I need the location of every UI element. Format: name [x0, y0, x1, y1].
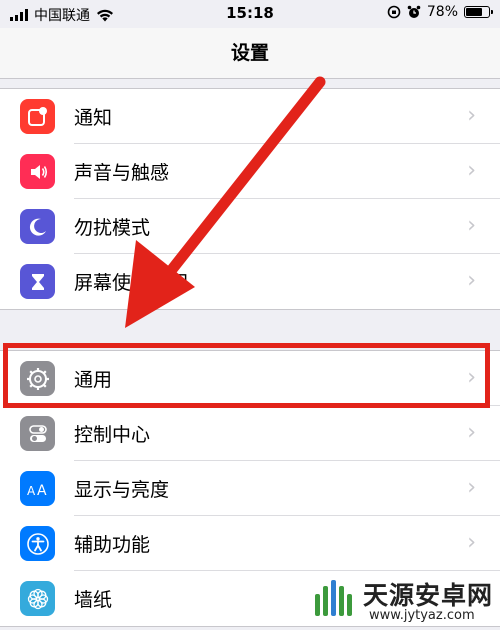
- watermark-title: 天源安卓网: [363, 581, 494, 610]
- row-sounds[interactable]: 声音与触感 ›: [0, 144, 500, 199]
- chevron-right-icon: ›: [467, 268, 476, 293]
- chevron-right-icon: ›: [467, 530, 476, 555]
- svg-text:A: A: [37, 483, 47, 498]
- watermark-logo-icon: [315, 580, 352, 616]
- toggles-icon: [20, 416, 55, 451]
- row-label: 勿扰模式: [74, 217, 151, 239]
- display-icon: AA: [20, 471, 55, 506]
- battery-icon: [464, 6, 493, 18]
- chevron-right-icon: ›: [467, 158, 476, 183]
- battery-percent: 78%: [426, 4, 458, 20]
- watermark-url: www.jytyaz.com: [369, 608, 475, 623]
- nav-bar: 设置: [0, 28, 500, 79]
- row-label: 墙纸: [74, 589, 113, 611]
- watermark: 天源安卓网 www.jytyaz.com: [305, 570, 500, 630]
- row-label: 控制中心: [74, 424, 151, 446]
- highlight-box: [3, 343, 490, 408]
- svg-text:A: A: [27, 484, 36, 498]
- row-notifications[interactable]: 通知 ›: [0, 89, 500, 144]
- chevron-right-icon: ›: [467, 103, 476, 128]
- hourglass-icon: [20, 264, 55, 299]
- orientation-lock-icon: [387, 5, 401, 19]
- settings-group-1: 通知 › 声音与触感 › 勿扰模式 › 屏幕使用时间 ›: [0, 88, 500, 310]
- chevron-right-icon: ›: [467, 213, 476, 238]
- status-right: 78%: [387, 4, 493, 20]
- row-label: 屏幕使用时间: [74, 272, 189, 294]
- row-label: 通知: [74, 107, 113, 129]
- status-bar: 中国联通 15:18 78%: [0, 0, 500, 28]
- row-control-center[interactable]: 控制中心 ›: [0, 406, 500, 461]
- row-label: 显示与亮度: [74, 479, 170, 501]
- wallpaper-icon: [20, 581, 55, 616]
- chevron-right-icon: ›: [467, 420, 476, 445]
- sound-icon: [20, 154, 55, 189]
- row-label: 辅助功能: [74, 534, 151, 556]
- chevron-right-icon: ›: [467, 475, 476, 500]
- page-title: 设置: [230, 42, 269, 64]
- row-accessibility[interactable]: 辅助功能 ›: [0, 516, 500, 571]
- battery-fill: [466, 8, 483, 16]
- row-do-not-disturb[interactable]: 勿扰模式 ›: [0, 199, 500, 254]
- row-display-brightness[interactable]: AA 显示与亮度 ›: [0, 461, 500, 516]
- alarm-icon: [407, 5, 421, 18]
- accessibility-icon: [20, 526, 55, 561]
- row-label: 声音与触感: [74, 162, 170, 184]
- row-screen-time[interactable]: 屏幕使用时间 ›: [0, 254, 500, 309]
- notifications-icon: [20, 99, 55, 134]
- moon-icon: [20, 209, 55, 244]
